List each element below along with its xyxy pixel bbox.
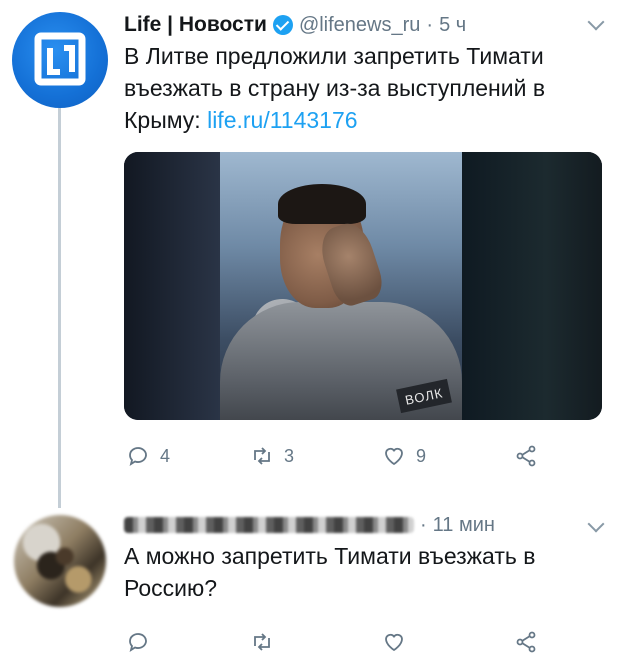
retweet-button[interactable]: 3 [250, 444, 294, 468]
like-icon [385, 633, 403, 652]
retweet-button[interactable] [250, 630, 274, 654]
reply-icon [129, 447, 147, 466]
media-blur-right [462, 152, 602, 420]
media-photo: ВОЛК [212, 152, 462, 420]
separator-dot: · [420, 513, 427, 536]
thread-connector-line [58, 108, 61, 508]
tweet-actions: 4 3 9 [124, 444, 564, 474]
like-icon [385, 447, 403, 466]
retweet-icon [254, 447, 270, 465]
reply-count: 4 [160, 445, 171, 466]
share-icon [516, 631, 536, 653]
tweet-actions [124, 630, 564, 660]
share-button[interactable] [514, 630, 538, 654]
tweet-header: Life | Новости @lifenews_ru · 5 ч [124, 10, 604, 40]
author-handle[interactable]: @lifenews_ru [299, 14, 420, 37]
life-logo-icon [34, 32, 86, 86]
avatar-user[interactable] [14, 515, 106, 607]
like-button[interactable] [382, 630, 406, 654]
tweet-text: А можно запретить Тимати въезжать в Росс… [124, 543, 536, 601]
share-icon [516, 445, 536, 467]
verified-icon [272, 15, 293, 35]
tweet-header: · 11 мин [124, 510, 604, 540]
media-blur-left [124, 152, 220, 420]
share-button[interactable] [514, 444, 538, 468]
tweet-media-image[interactable]: ВОЛК [124, 152, 602, 420]
reply-icon [129, 633, 147, 652]
tweet-timestamp[interactable]: 5 ч [439, 14, 466, 37]
redacted-author [124, 517, 414, 533]
avatar-life[interactable] [12, 12, 108, 108]
like-button[interactable]: 9 [382, 444, 426, 468]
reply-button[interactable]: 4 [126, 444, 170, 468]
photo-hair [278, 184, 366, 224]
author-name[interactable]: Life | Новости [124, 13, 267, 37]
tweet-body: В Литве предложили запретить Тимати въез… [124, 40, 604, 136]
reply-button[interactable] [126, 630, 150, 654]
retweet-count: 3 [284, 445, 295, 466]
tweet-timestamp[interactable]: 11 мин [433, 514, 495, 537]
separator-dot: · [426, 13, 434, 36]
like-count: 9 [416, 445, 427, 466]
tweet-link[interactable]: life.ru/1143176 [207, 107, 357, 133]
retweet-icon [254, 633, 270, 651]
